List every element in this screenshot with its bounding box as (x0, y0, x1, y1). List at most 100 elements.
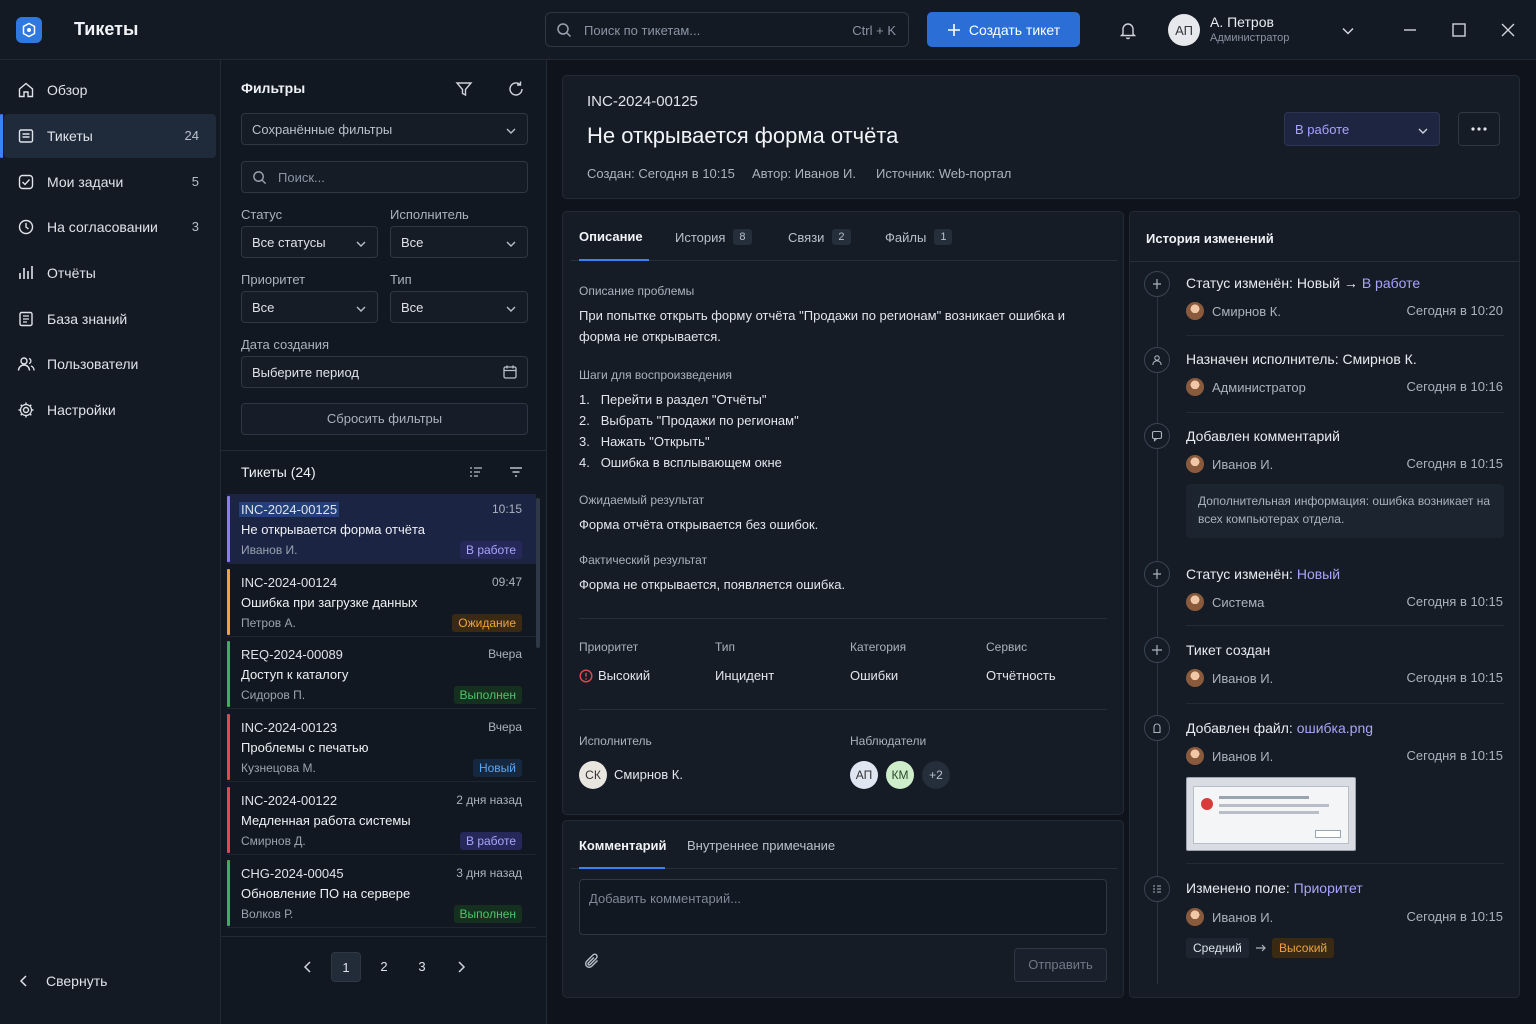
tab-label: Файлы (885, 229, 927, 245)
search-box[interactable]: Поиск по тикетам... Ctrl + K (545, 12, 909, 47)
page-2-button[interactable]: 2 (369, 952, 399, 982)
sidebar-item-my-tasks[interactable]: Мои задачи 5 (4, 160, 216, 204)
person-name: Система (1212, 594, 1265, 610)
calendar-icon (503, 365, 517, 379)
chevron-down-icon (356, 241, 366, 247)
status-dropdown[interactable]: В работе (1284, 112, 1440, 146)
history-text: Изменено поле: (1186, 880, 1294, 896)
ticket-status-badge: Выполнен (453, 905, 522, 923)
tab-count: 8 (733, 229, 752, 245)
paperclip-icon[interactable] (583, 952, 601, 970)
history-item-text: Добавлен комментарий (1186, 428, 1340, 444)
minimize-icon[interactable] (1402, 22, 1418, 38)
tab-links[interactable]: Связи 2 (788, 229, 851, 245)
history-link[interactable]: Новый (1297, 566, 1340, 582)
type-label: Тип (715, 640, 736, 654)
sidebar-item-settings[interactable]: Настройки (4, 388, 216, 432)
history-link[interactable]: В работе (1362, 275, 1420, 291)
status-select[interactable]: Все статусы (241, 226, 378, 258)
plus-icon (947, 23, 960, 36)
tab-history[interactable]: История 8 (675, 229, 752, 245)
ticket-author: Иванов И. (241, 543, 298, 557)
create-ticket-label: Создать тикет (968, 21, 1061, 38)
type-select[interactable]: Все (390, 291, 528, 323)
divider (1186, 412, 1504, 413)
chevron-down-icon (506, 306, 516, 312)
problem-title: Описание проблемы (579, 284, 695, 298)
comment-note: Дополнительная информация: ошибка возник… (1186, 484, 1504, 538)
reset-filters-button[interactable]: Сбросить фильтры (241, 403, 528, 435)
sidebar-item-approval[interactable]: На согласовании 3 (4, 205, 216, 249)
tickets-list-title: Тикеты (24) (241, 464, 316, 480)
ticket-row-00124[interactable]: INC-2024-00124 09:47 Ошибка при загрузке… (227, 567, 536, 637)
history-link[interactable]: Приоритет (1294, 880, 1363, 896)
ticket-row-00125[interactable]: INC-2024-00125 10:15 Не открывается форм… (227, 494, 536, 564)
filter-icon[interactable] (455, 80, 473, 98)
tab-files[interactable]: Файлы 1 (885, 229, 953, 245)
priority-select[interactable]: Все (241, 291, 378, 323)
search-shortcut: Ctrl + K (852, 23, 896, 38)
page-3-button[interactable]: 3 (407, 952, 437, 982)
tabs-divider (571, 260, 1117, 261)
user-name[interactable]: А. Петров (1210, 14, 1274, 30)
history-person: Смирнов К. (1186, 302, 1281, 320)
plus-icon (1144, 637, 1170, 663)
collapse-sidebar-button[interactable]: Свернуть (16, 973, 107, 989)
comment-textarea[interactable]: Добавить комментарий... (579, 879, 1107, 935)
divider (1186, 863, 1504, 864)
filter-search-input[interactable]: Поиск... (241, 161, 528, 193)
tab-description[interactable]: Описание (579, 229, 643, 244)
refresh-icon[interactable] (507, 80, 525, 98)
sidebar-item-label: Пользователи (47, 356, 139, 372)
send-button[interactable]: Отправить (1014, 948, 1107, 982)
history-person: Иванов И. (1186, 455, 1273, 473)
sort-icon[interactable] (468, 464, 484, 480)
tab-internal-note[interactable]: Внутреннее примечание (687, 838, 835, 853)
assignee-name[interactable]: Смирнов К. (614, 767, 683, 782)
assignee-avatar[interactable]: СК (579, 761, 607, 789)
page-1-button[interactable]: 1 (331, 952, 361, 982)
list-filter-icon[interactable] (508, 464, 524, 480)
sidebar-item-knowledge-base[interactable]: База знаний (4, 297, 216, 341)
tab-comment[interactable]: Комментарий (579, 838, 667, 853)
watchers-more[interactable]: +2 (922, 761, 950, 789)
tickets-list: INC-2024-00125 10:15 Не открывается форм… (221, 494, 547, 934)
attachment-thumbnail[interactable] (1186, 777, 1356, 851)
ticket-row-00045[interactable]: CHG-2024-00045 3 дня назад Обновление ПО… (227, 858, 536, 928)
chevron-left-icon (19, 975, 27, 987)
priority-text: Высокий (598, 668, 651, 683)
ticket-title: Ошибка при загрузке данных (241, 595, 418, 610)
watcher-avatar[interactable]: АП (850, 761, 878, 789)
scrollbar[interactable] (536, 498, 540, 648)
chevron-down-icon[interactable] (1341, 24, 1355, 38)
ticket-row-00123[interactable]: INC-2024-00123 Вчера Проблемы с печатью … (227, 712, 536, 782)
divider (579, 618, 1107, 619)
ticket-row-00089[interactable]: REQ-2024-00089 Вчера Доступ к каталогу С… (227, 639, 536, 709)
type-value: Все (401, 300, 424, 315)
more-actions-button[interactable] (1458, 112, 1500, 146)
bell-icon[interactable] (1118, 20, 1138, 40)
attachment-link[interactable]: ошибка.png (1297, 720, 1373, 736)
chevron-left-icon[interactable] (301, 960, 315, 974)
chevron-right-icon[interactable] (454, 960, 468, 974)
ticket-title: Доступ к каталогу (241, 667, 349, 682)
sidebar-item-tickets[interactable]: Тикеты 24 (0, 114, 216, 158)
history-text: Статус изменён: (1186, 566, 1297, 582)
user-avatar[interactable]: АП (1168, 14, 1200, 46)
maximize-icon[interactable] (1451, 22, 1467, 38)
divider (1186, 703, 1504, 704)
close-icon[interactable] (1500, 22, 1516, 38)
search-input[interactable]: Поиск по тикетам... (584, 23, 700, 38)
ticket-row-00122[interactable]: INC-2024-00122 2 дня назад Медленная раб… (227, 785, 536, 855)
saved-filters-select[interactable]: Сохранённые фильтры (241, 113, 528, 145)
sidebar-item-overview[interactable]: Обзор (4, 68, 216, 112)
sidebar-item-users[interactable]: Пользователи (4, 342, 216, 386)
date-range-picker[interactable]: Выберите период (241, 356, 528, 388)
app-logo-icon[interactable] (16, 17, 42, 43)
step-text: Перейти в раздел "Отчёты" (600, 392, 767, 407)
watcher-avatar[interactable]: КМ (886, 761, 914, 789)
sidebar-item-reports[interactable]: Отчёты (4, 251, 216, 295)
assignee-select[interactable]: Все (390, 226, 528, 258)
old-value-badge: Средний (1186, 938, 1249, 958)
create-ticket-button[interactable]: Создать тикет (927, 12, 1080, 47)
